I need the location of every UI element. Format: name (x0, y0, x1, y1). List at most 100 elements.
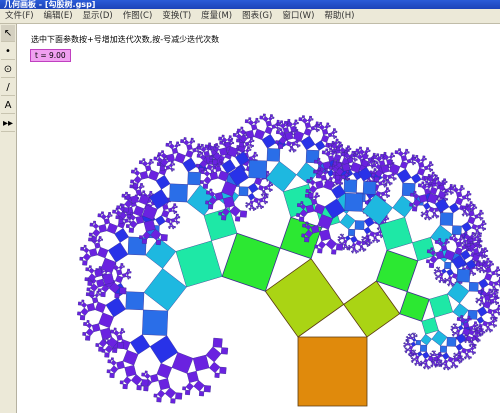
branch-square (149, 158, 153, 162)
branch-square (466, 240, 470, 244)
branch-square (324, 168, 328, 172)
menu-help[interactable]: 帮助(H) (319, 9, 359, 23)
branch-square (372, 155, 377, 160)
branch-square (143, 386, 149, 392)
branch-square (462, 209, 467, 214)
branch-square (166, 153, 176, 163)
branch-square (107, 359, 112, 364)
text-tool[interactable]: A (1, 97, 15, 114)
branch-square (354, 160, 356, 162)
menu-transform[interactable]: 变换(T) (157, 9, 196, 23)
branch-square (477, 232, 481, 236)
branch-square (406, 335, 408, 337)
branch-square (300, 135, 316, 151)
branch-square (416, 351, 423, 357)
branch-square (125, 191, 128, 195)
branch-square (376, 241, 379, 243)
branch-square (290, 125, 297, 133)
branch-square (461, 244, 467, 250)
branch-square (173, 212, 176, 215)
branch-square (460, 360, 463, 363)
branch-square (120, 203, 125, 208)
branch-square (336, 159, 340, 163)
branch-square (317, 248, 323, 254)
branch-square (461, 221, 472, 233)
branch-square (165, 165, 171, 170)
branch-square (424, 362, 428, 367)
menu-construct[interactable]: 作图(C) (118, 9, 158, 23)
branch-square (471, 223, 478, 230)
branch-square (315, 192, 319, 196)
branch-square (423, 365, 427, 369)
branch-square (85, 267, 90, 272)
branch-square (355, 158, 358, 161)
branch-square (232, 133, 237, 137)
branch-square (315, 180, 324, 190)
branch-square (158, 378, 171, 391)
menu-edit[interactable]: 编辑(E) (39, 9, 78, 23)
branch-square (371, 166, 374, 169)
branch-square (110, 359, 117, 366)
branch-square (476, 323, 479, 326)
branch-square (310, 125, 316, 131)
branch-square (115, 215, 120, 220)
branch-square (439, 276, 444, 280)
menu-window[interactable]: 窗口(W) (277, 9, 319, 23)
branch-square (433, 272, 435, 274)
branch-square (334, 135, 337, 138)
branch-square (472, 204, 476, 208)
branch-square (347, 177, 351, 180)
branch-square (208, 142, 212, 146)
branch-square (249, 206, 253, 210)
branch-square (428, 182, 432, 185)
branch-square (94, 293, 100, 298)
branch-square (244, 141, 250, 147)
branch-square (394, 177, 397, 180)
branch-square (125, 224, 130, 229)
branch-square (79, 256, 84, 261)
custom-tool[interactable]: ▸▸ (1, 115, 15, 132)
branch-square (490, 329, 493, 332)
menu-graph[interactable]: 图表(G) (237, 9, 277, 23)
select-arrow-tool[interactable]: ↖ (1, 25, 15, 42)
branch-square (439, 279, 442, 282)
branch-square (494, 324, 497, 327)
branch-square (383, 151, 387, 155)
branch-square (356, 153, 363, 160)
branch-square (462, 358, 465, 361)
branch-square (458, 352, 462, 356)
branch-square (100, 213, 107, 220)
branch-square (380, 164, 390, 174)
branch-square (165, 142, 170, 147)
menu-measure[interactable]: 度量(M) (196, 9, 237, 23)
branch-square (87, 280, 93, 286)
branch-square (474, 231, 478, 235)
branch-square (107, 242, 129, 263)
branch-square (423, 217, 426, 219)
line-tool[interactable]: / (1, 79, 15, 96)
menu-file[interactable]: 文件(F) (0, 9, 39, 23)
branch-square (313, 194, 319, 200)
menu-display[interactable]: 显示(D) (78, 9, 118, 23)
branch-square (385, 187, 389, 191)
branch-square (317, 240, 327, 249)
branch-square (335, 138, 339, 142)
branch-square (269, 114, 273, 118)
branch-square (489, 330, 492, 333)
branch-square (453, 323, 455, 325)
compass-tool[interactable]: ⊙ (1, 61, 15, 78)
branch-square (221, 215, 227, 221)
sketch-canvas[interactable]: 选中下面参数按+号增加迭代次数,按-号减少迭代次数 t = 9.00 (17, 24, 500, 413)
branch-square (203, 176, 212, 185)
point-tool[interactable]: • (1, 43, 15, 60)
branch-square (432, 179, 437, 184)
branch-square (363, 226, 372, 235)
branch-square (268, 116, 273, 121)
branch-square (387, 194, 390, 197)
branch-square (200, 151, 204, 155)
branch-square (112, 209, 117, 214)
branch-square (100, 327, 113, 340)
branch-square (155, 174, 171, 190)
branch-square (411, 357, 414, 359)
branch-square (251, 124, 258, 131)
